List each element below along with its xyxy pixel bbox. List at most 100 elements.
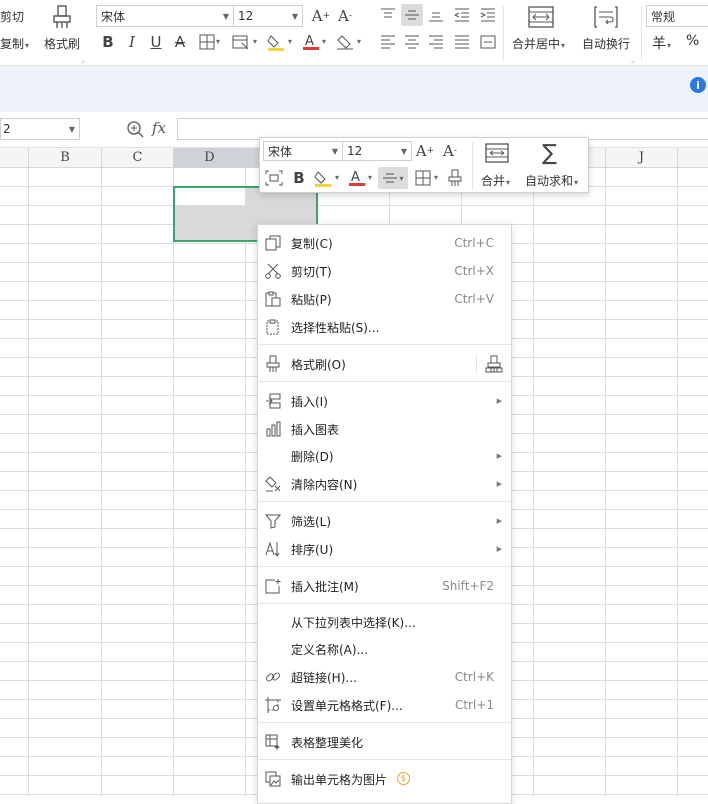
align-right-icon[interactable] bbox=[425, 31, 447, 53]
format-painter-button[interactable]: 格式刷 bbox=[44, 35, 80, 52]
decrease-font-icon[interactable]: A- bbox=[334, 5, 356, 27]
mini-font-size-select[interactable]: 12 ▼ bbox=[342, 141, 412, 161]
chevron-down-icon[interactable]: ▾ bbox=[434, 173, 438, 182]
percent-format-button[interactable]: % bbox=[686, 33, 699, 49]
group-launcher-icon[interactable]: ⌟ bbox=[631, 56, 634, 64]
bold-icon[interactable]: B bbox=[97, 31, 119, 53]
menu-item-paste-special[interactable]: 选择性粘贴(S)... bbox=[258, 314, 511, 340]
underline-icon[interactable]: U bbox=[145, 31, 167, 53]
mini-border-icon[interactable] bbox=[412, 167, 434, 189]
autosum-icon[interactable]: ∑ bbox=[542, 141, 557, 166]
info-icon[interactable]: i bbox=[690, 77, 706, 93]
align-left-icon[interactable] bbox=[377, 31, 399, 53]
group-launcher-icon[interactable]: ⌟ bbox=[81, 56, 84, 64]
increase-indent-icon[interactable] bbox=[477, 4, 499, 26]
align-center-icon[interactable] bbox=[401, 31, 423, 53]
mini-merge-button[interactable]: 合并▾ bbox=[481, 172, 510, 189]
mini-format-painter-icon[interactable] bbox=[444, 167, 466, 189]
mini-font-color-icon[interactable]: A bbox=[346, 167, 368, 189]
copy-button[interactable]: 复制▾ bbox=[0, 35, 29, 52]
menu-item-copy[interactable]: 复制(C) Ctrl+C bbox=[258, 230, 511, 256]
context-menu: 复制(C) Ctrl+C 剪切(T) Ctrl+X 粘贴(P) Ctrl+V 选… bbox=[257, 224, 512, 804]
chevron-down-icon[interactable]: ▾ bbox=[335, 173, 339, 182]
menu-item-clear[interactable]: 清除内容(N) ▶ bbox=[258, 471, 511, 497]
column-header-k[interactable] bbox=[678, 148, 708, 168]
menu-item-insert-chart[interactable]: 插入图表 bbox=[258, 416, 511, 442]
format-painter-lock-icon[interactable] bbox=[485, 355, 503, 373]
menu-item-paste[interactable]: 粘贴(P) Ctrl+V bbox=[258, 286, 511, 312]
align-bottom-icon[interactable] bbox=[425, 4, 447, 26]
menu-item-sort[interactable]: 排序(U) ▶ bbox=[258, 536, 511, 562]
name-box[interactable]: 2 ▼ bbox=[0, 118, 80, 140]
menu-item-table-beautify[interactable]: 表格整理美化 bbox=[258, 729, 511, 755]
fx-icon[interactable]: fx bbox=[152, 119, 166, 137]
currency-format-button[interactable]: 羊▾ bbox=[652, 33, 671, 53]
mini-merge-icon[interactable] bbox=[485, 143, 509, 163]
chevron-down-icon[interactable]: ▾ bbox=[253, 37, 257, 46]
mini-align-middle-icon[interactable]: ▾ bbox=[378, 167, 408, 189]
shortcut-text: Shift+F2 bbox=[442, 579, 494, 593]
clear-format-icon[interactable] bbox=[334, 31, 356, 53]
fill-color-icon[interactable] bbox=[265, 31, 287, 53]
number-format-select[interactable]: 常规 bbox=[646, 5, 708, 27]
menu-item-filter[interactable]: 筛选(L) ▶ bbox=[258, 508, 511, 534]
cell-style-icon[interactable] bbox=[230, 31, 252, 53]
menu-item-define-name[interactable]: 定义名称(A)... bbox=[258, 636, 511, 662]
format-painter-icon[interactable] bbox=[50, 4, 74, 30]
chevron-down-icon: ▼ bbox=[331, 146, 338, 156]
divider bbox=[503, 6, 504, 60]
mini-fit-icon[interactable] bbox=[263, 167, 285, 189]
mini-fill-color-icon[interactable] bbox=[312, 167, 334, 189]
border-icon[interactable] bbox=[196, 31, 218, 53]
format-painter-icon bbox=[264, 355, 282, 373]
distributed-align-icon[interactable] bbox=[477, 31, 499, 53]
chevron-down-icon[interactable]: ▾ bbox=[288, 37, 292, 46]
sort-icon bbox=[264, 540, 282, 558]
column-header-d[interactable]: D bbox=[174, 148, 246, 168]
column-header-c[interactable]: C bbox=[102, 148, 174, 168]
chevron-down-icon[interactable]: ▾ bbox=[368, 173, 372, 182]
column-header-b[interactable]: B bbox=[29, 148, 102, 168]
italic-icon[interactable]: I bbox=[121, 31, 143, 53]
font-color-icon[interactable]: A bbox=[300, 31, 322, 53]
zoom-icon[interactable] bbox=[126, 120, 144, 138]
wrap-text-button[interactable]: 自动换行 bbox=[582, 35, 630, 52]
menu-item-insert[interactable]: 插入(I) ▶ bbox=[258, 388, 511, 414]
chevron-down-icon[interactable]: ▾ bbox=[322, 37, 326, 46]
justify-icon[interactable] bbox=[451, 31, 473, 53]
chevron-down-icon[interactable]: ▾ bbox=[357, 37, 361, 46]
menu-item-insert-comment[interactable]: 插入批注(M) Shift+F2 bbox=[258, 573, 511, 599]
merge-center-icon[interactable] bbox=[528, 6, 554, 28]
align-top-icon[interactable] bbox=[377, 4, 399, 26]
increase-font-icon[interactable]: A + bbox=[310, 5, 332, 27]
insert-row-icon bbox=[264, 392, 282, 410]
wrap-text-icon[interactable] bbox=[594, 6, 618, 28]
decrease-indent-icon[interactable] bbox=[451, 4, 473, 26]
mini-decrease-font-icon[interactable]: A- bbox=[439, 140, 461, 162]
mini-increase-font-icon[interactable]: A + bbox=[414, 140, 436, 162]
mini-font-name-select[interactable]: 宋体 ▼ bbox=[263, 141, 343, 161]
align-middle-icon[interactable] bbox=[401, 4, 423, 26]
menu-item-format-painter[interactable]: 格式刷(O) bbox=[258, 351, 511, 377]
menu-item-label: 插入(I) bbox=[291, 394, 328, 409]
chevron-down-icon[interactable]: ▾ bbox=[216, 37, 220, 46]
menu-item-pick-from-list[interactable]: 从下拉列表中选择(K)... bbox=[258, 609, 511, 635]
column-header[interactable] bbox=[0, 148, 29, 168]
menu-item-export-image[interactable]: 输出单元格为图片 $ bbox=[258, 766, 511, 792]
strikethrough-icon[interactable]: A bbox=[169, 31, 191, 53]
column-header-j[interactable]: J bbox=[606, 148, 678, 168]
font-name-select[interactable]: 宋体 ▼ bbox=[96, 5, 234, 27]
menu-item-label: 清除内容(N) bbox=[291, 477, 358, 492]
cut-button[interactable]: 剪切 bbox=[0, 8, 24, 25]
menu-item-label: 从下拉列表中选择(K)... bbox=[291, 615, 416, 630]
merge-center-button[interactable]: 合并居中▾ bbox=[512, 35, 565, 52]
menu-item-format-cells[interactable]: 设置单元格格式(F)... Ctrl+1 bbox=[258, 692, 511, 718]
divider bbox=[641, 6, 642, 60]
mini-autosum-button[interactable]: 自动求和▾ bbox=[525, 172, 578, 189]
menu-item-delete[interactable]: 删除(D) ▶ bbox=[258, 443, 511, 469]
mini-bold-icon[interactable]: B bbox=[288, 167, 310, 189]
menu-item-cut[interactable]: 剪切(T) Ctrl+X bbox=[258, 258, 511, 284]
font-size-select[interactable]: 12 ▼ bbox=[233, 5, 303, 27]
menu-item-label: 排序(U) bbox=[291, 542, 334, 557]
menu-item-hyperlink[interactable]: 超链接(H)... Ctrl+K bbox=[258, 664, 511, 690]
